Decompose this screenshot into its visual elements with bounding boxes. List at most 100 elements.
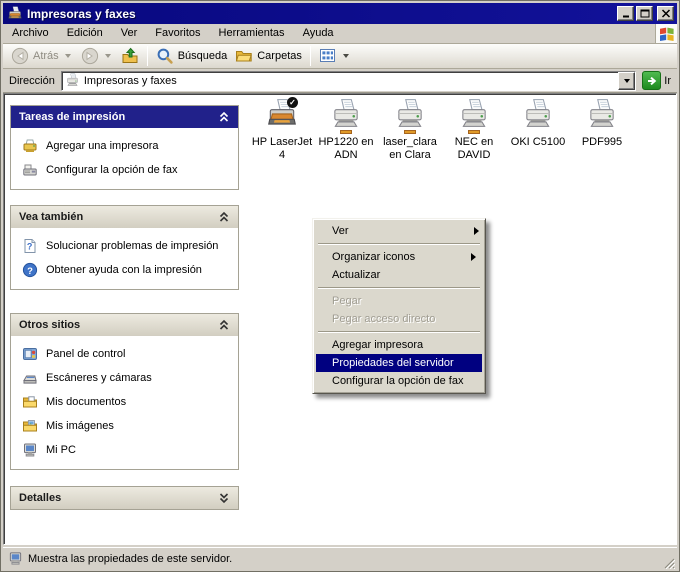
close-button[interactable]: [657, 6, 674, 21]
back-button-label: Atrás: [33, 50, 59, 62]
panel-other-places: Otros sitios Panel de control Escáneres …: [10, 313, 239, 470]
printer-nec-en-david[interactable]: NEC en DAVID: [442, 98, 506, 162]
collapse-panel-button[interactable]: [218, 318, 230, 332]
forward-icon: [81, 47, 99, 65]
search-button[interactable]: Búsqueda: [152, 45, 232, 67]
server-icon: [8, 551, 23, 566]
menu-archivo[interactable]: Archivo: [3, 24, 58, 43]
views-dropdown-icon[interactable]: [343, 54, 349, 58]
maximize-button[interactable]: [636, 6, 653, 21]
panel-title: Vea también: [19, 211, 83, 223]
address-value: Impresoras y faxes: [84, 75, 618, 87]
menu-bar: Archivo Edición Ver Favoritos Herramient…: [3, 24, 677, 44]
link-my-documents[interactable]: Mis documentos: [11, 390, 238, 414]
task-label: Agregar una impresora: [46, 138, 159, 153]
task-label: Solucionar problemas de impresión: [46, 238, 218, 253]
printer-icon: [329, 98, 363, 132]
resize-grip[interactable]: [662, 556, 675, 569]
context-menu-item-agregar-impresora[interactable]: Agregar impresora: [316, 336, 482, 354]
link-my-computer[interactable]: Mi PC: [11, 438, 238, 462]
menu-herramientas[interactable]: Herramientas: [210, 24, 294, 43]
panel-other-places-header[interactable]: Otros sitios: [11, 314, 238, 336]
back-button[interactable]: Atrás: [7, 45, 77, 67]
printers-and-faxes-window: Impresoras y faxes Archivo Edición Ver F…: [0, 0, 680, 572]
printer-hp1220-en-adn[interactable]: HP1220 en ADN: [314, 98, 378, 162]
dropdown-arrow-icon: [624, 79, 630, 83]
chevron-up-icon: [218, 210, 230, 224]
printer-icon: [521, 98, 555, 132]
search-icon: [156, 47, 174, 65]
forward-button[interactable]: [77, 45, 117, 67]
printer-oki-c5100[interactable]: OKI C5100: [506, 98, 570, 162]
folders-button[interactable]: Carpetas: [231, 45, 306, 67]
panel-print-tasks-header[interactable]: Tareas de impresión: [11, 106, 238, 128]
shared-printer-base-icon: [404, 130, 416, 134]
address-input[interactable]: Impresoras y faxes: [61, 71, 636, 91]
printer-label: PDF995: [570, 136, 634, 149]
context-menu-item-organizar-iconos[interactable]: Organizar iconos: [316, 248, 482, 266]
my-computer-icon: [22, 442, 38, 458]
task-setup-fax[interactable]: Configurar la opción de fax: [11, 158, 238, 182]
task-troubleshoot-printing[interactable]: Solucionar problemas de impresión: [11, 234, 238, 258]
context-menu-item-configurar-fax[interactable]: Configurar la opción de fax: [316, 372, 482, 390]
shared-printer-base-icon: [468, 130, 480, 134]
menu-ver[interactable]: Ver: [112, 24, 147, 43]
printers-list: ✓ HP LaserJet 4 HP1220 en ADN laser_clar…: [250, 98, 634, 162]
back-dropdown-icon[interactable]: [65, 54, 71, 58]
control-panel-icon: [22, 346, 38, 362]
link-my-pictures[interactable]: Mis imágenes: [11, 414, 238, 438]
task-label: Escáneres y cámaras: [46, 370, 152, 385]
panel-title: Tareas de impresión: [19, 111, 125, 123]
link-scanners-cameras[interactable]: Escáneres y cámaras: [11, 366, 238, 390]
toolbar-separator: [310, 46, 311, 66]
printer-icon: [393, 98, 427, 132]
panel-title: Detalles: [19, 492, 61, 504]
views-button[interactable]: [315, 45, 355, 67]
printer-laser-clara-en-clara[interactable]: laser_clara en Clara: [378, 98, 442, 162]
menu-favoritos[interactable]: Favoritos: [146, 24, 209, 43]
link-control-panel[interactable]: Panel de control: [11, 342, 238, 366]
windows-logo-panel: [655, 24, 677, 43]
window-title: Impresoras y faxes: [27, 7, 615, 21]
my-pictures-icon: [22, 418, 38, 434]
menu-ayuda[interactable]: Ayuda: [294, 24, 343, 43]
title-bar[interactable]: Impresoras y faxes: [3, 3, 677, 24]
task-get-printing-help[interactable]: Obtener ayuda con la impresión: [11, 258, 238, 282]
context-menu-item-propiedades-del-servidor[interactable]: Propiedades del servidor: [316, 354, 482, 372]
printer-pdf995[interactable]: PDF995: [570, 98, 634, 162]
printer-label: laser_clara en Clara: [378, 136, 442, 162]
printer-icon: [585, 98, 619, 132]
standard-toolbar: Atrás Búsqueda Carpetas: [3, 44, 677, 69]
panel-see-also-header[interactable]: Vea también: [11, 206, 238, 228]
context-menu-item-ver[interactable]: Ver: [316, 222, 482, 240]
task-add-printer[interactable]: Agregar una impresora: [11, 134, 238, 158]
task-label: Mis imágenes: [46, 418, 114, 433]
collapse-panel-button[interactable]: [218, 110, 230, 124]
forward-dropdown-icon[interactable]: [105, 54, 111, 58]
panel-see-also: Vea también Solucionar problemas de impr…: [10, 205, 239, 290]
go-button-label: Ir: [664, 75, 671, 87]
up-button[interactable]: [117, 45, 143, 67]
address-dropdown-button[interactable]: [618, 72, 635, 90]
printer-hp-laserjet-4[interactable]: ✓ HP LaserJet 4: [250, 98, 314, 162]
address-label: Dirección: [9, 75, 55, 87]
menu-edicion[interactable]: Edición: [58, 24, 112, 43]
chevron-down-icon: [218, 491, 230, 505]
windows-flag-icon: [658, 25, 676, 43]
back-icon: [11, 47, 29, 65]
panel-details-header[interactable]: Detalles: [11, 487, 238, 509]
printer-label: OKI C5100: [506, 136, 570, 149]
my-documents-icon: [22, 394, 38, 410]
menu-separator: [318, 243, 480, 245]
folders-icon: [235, 47, 253, 65]
task-label: Mi PC: [46, 442, 76, 457]
printer-label: HP1220 en ADN: [314, 136, 378, 162]
go-button[interactable]: [642, 71, 661, 90]
collapse-panel-button[interactable]: [218, 210, 230, 224]
expand-panel-button[interactable]: [218, 491, 230, 505]
chevron-up-icon: [218, 318, 230, 332]
printer-label: NEC en DAVID: [442, 136, 506, 162]
submenu-arrow-icon: [474, 227, 479, 235]
minimize-button[interactable]: [617, 6, 634, 21]
context-menu-item-actualizar[interactable]: Actualizar: [316, 266, 482, 284]
